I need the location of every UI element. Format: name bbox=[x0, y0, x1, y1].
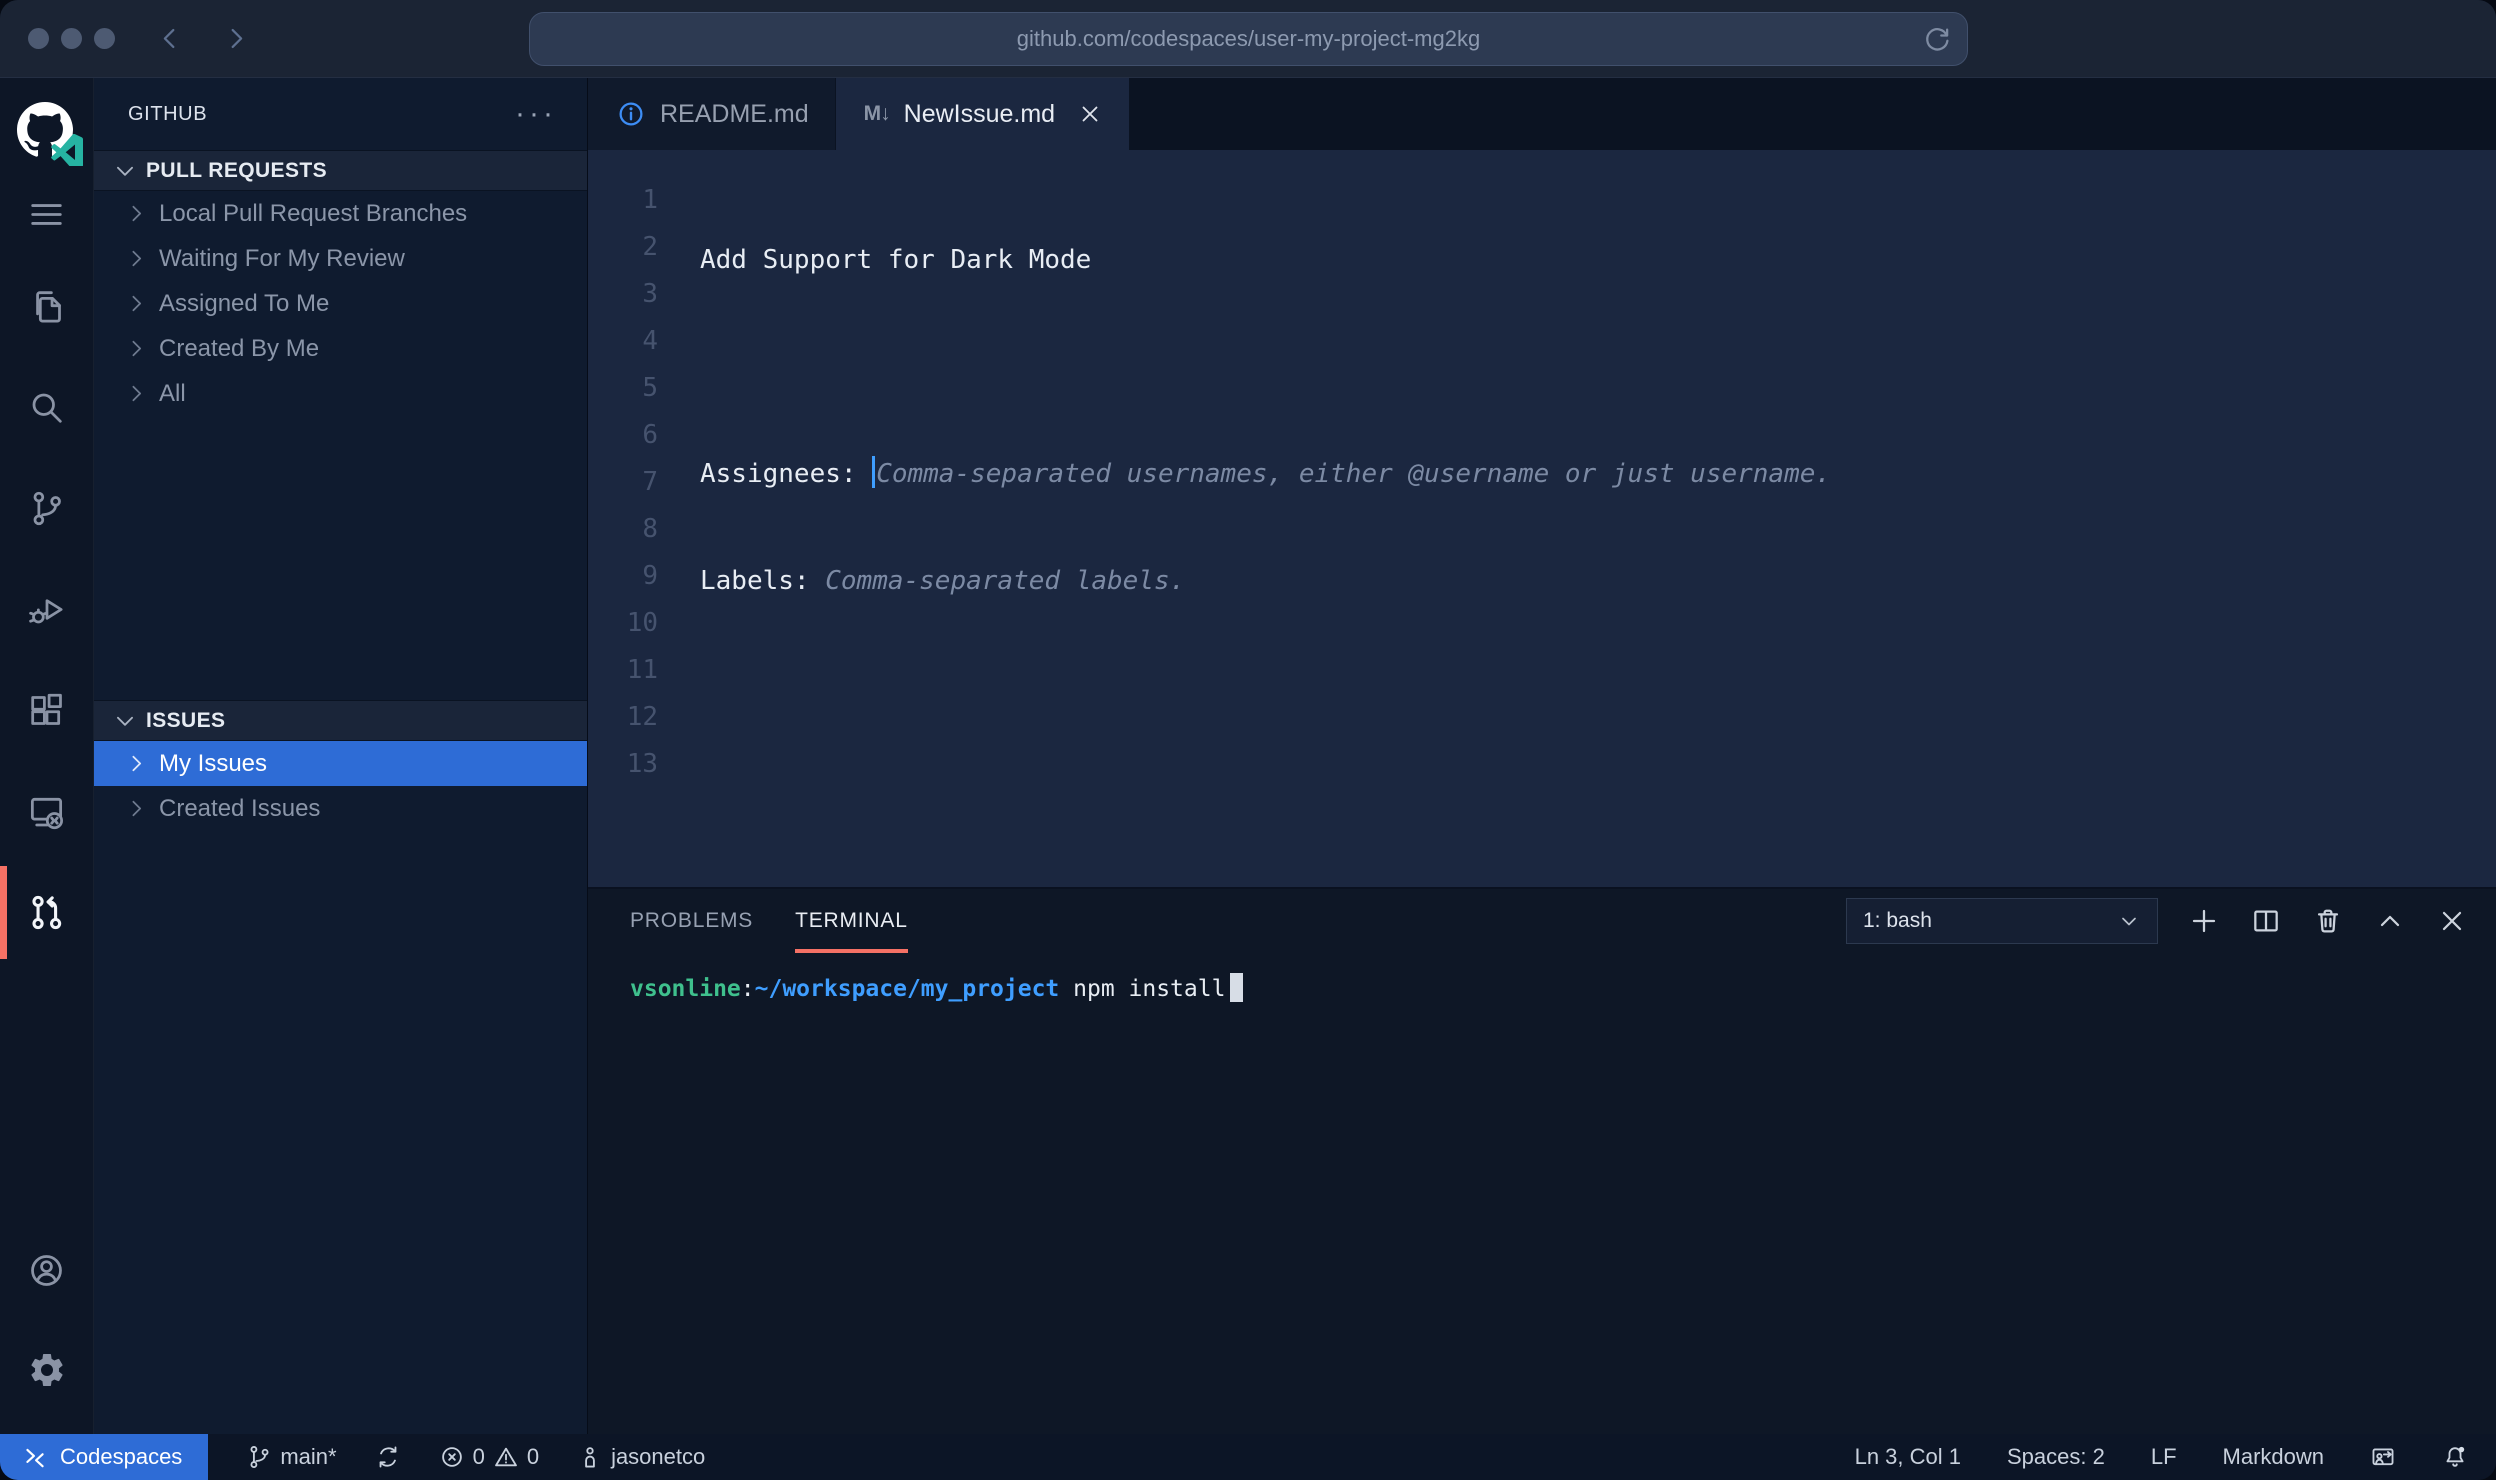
tab-terminal[interactable]: TERMINAL bbox=[795, 889, 908, 953]
section-header-issues[interactable]: ISSUES bbox=[94, 700, 587, 741]
ellipsis-icon[interactable]: ··· bbox=[515, 109, 557, 119]
warning-icon bbox=[493, 1444, 519, 1470]
github-vscode-logo bbox=[17, 102, 77, 162]
terminal-cursor bbox=[1230, 973, 1243, 1002]
url-text: github.com/codespaces/user-my-project-mg… bbox=[1017, 26, 1480, 52]
code-area[interactable]: Add Support for Dark Mode Assignees: Com… bbox=[700, 177, 2187, 887]
notification-dot bbox=[2459, 1447, 2464, 1452]
chevron-right-icon bbox=[124, 201, 149, 226]
kill-terminal-icon[interactable] bbox=[2312, 905, 2344, 937]
editor-gutter: 12 34 56 78 910 1112 13 bbox=[588, 177, 658, 887]
terminal-shell-select[interactable]: 1: bash bbox=[1846, 898, 2158, 944]
problems-indicator[interactable]: 0 0 bbox=[439, 1444, 540, 1470]
github-pull-request-icon[interactable] bbox=[0, 862, 94, 963]
sidebar-item-all[interactable]: All bbox=[94, 371, 587, 416]
chevron-right-icon bbox=[124, 246, 149, 271]
zoom-window-button[interactable] bbox=[94, 28, 115, 49]
chevron-right-icon bbox=[124, 381, 149, 406]
code-line: Add Support for Dark Mode bbox=[700, 237, 2187, 284]
address-bar[interactable]: github.com/codespaces/user-my-project-mg… bbox=[529, 12, 1968, 66]
menu-icon[interactable] bbox=[0, 172, 94, 256]
code-line bbox=[700, 879, 2187, 887]
source-control-icon[interactable] bbox=[0, 458, 94, 559]
code-line: Labels: Comma-separated labels. bbox=[700, 558, 2187, 605]
notifications-button[interactable] bbox=[2442, 1444, 2468, 1470]
status-bar: Codespaces main* 0 0 jasonetco Ln 3, Col… bbox=[0, 1434, 2496, 1480]
back-arrow-icon[interactable] bbox=[157, 25, 184, 52]
user-indicator[interactable]: jasonetco bbox=[577, 1444, 705, 1470]
editor[interactable]: 12 34 56 78 910 1112 13 Add Support for … bbox=[588, 150, 2496, 887]
chevron-right-icon bbox=[124, 291, 149, 316]
section-header-pull-requests[interactable]: PULL REQUESTS bbox=[94, 150, 587, 191]
sidebar-item-created-by-me[interactable]: Created By Me bbox=[94, 326, 587, 371]
tab-problems[interactable]: PROBLEMS bbox=[630, 889, 753, 953]
sidebar-item-my-issues[interactable]: My Issues bbox=[94, 741, 587, 786]
git-branch-icon bbox=[246, 1444, 272, 1470]
chevron-right-icon bbox=[124, 751, 149, 776]
tab-readme[interactable]: README.md bbox=[588, 78, 836, 150]
run-debug-icon[interactable] bbox=[0, 559, 94, 660]
text-cursor bbox=[872, 456, 875, 488]
sidebar-title: GITHUB bbox=[128, 103, 515, 126]
settings-gear-icon[interactable] bbox=[0, 1320, 94, 1420]
extensions-icon[interactable] bbox=[0, 660, 94, 761]
person-icon bbox=[577, 1444, 603, 1470]
activity-bar bbox=[0, 78, 94, 1434]
bottom-panel: PROBLEMS TERMINAL 1: bash bbox=[588, 887, 2496, 1434]
sync-icon bbox=[375, 1444, 401, 1470]
sidebar-header: GITHUB ··· bbox=[94, 78, 587, 150]
remote-explorer-icon[interactable] bbox=[0, 761, 94, 862]
reload-icon[interactable] bbox=[1921, 24, 1953, 56]
minimize-window-button[interactable] bbox=[61, 28, 82, 49]
browser-chrome: github.com/codespaces/user-my-project-mg… bbox=[0, 0, 2496, 78]
search-icon[interactable] bbox=[0, 357, 94, 458]
bell-icon bbox=[2442, 1444, 2468, 1470]
chevron-down-icon bbox=[112, 708, 138, 734]
code-line bbox=[700, 772, 2187, 819]
chevron-down-icon bbox=[2117, 909, 2141, 933]
sidebar-item-assigned-to-me[interactable]: Assigned To Me bbox=[94, 281, 587, 326]
panel-header: PROBLEMS TERMINAL 1: bash bbox=[588, 889, 2496, 953]
eol-indicator[interactable]: LF bbox=[2151, 1444, 2177, 1470]
close-icon[interactable] bbox=[1077, 101, 1103, 127]
chevron-down-icon bbox=[112, 158, 138, 184]
feedback-button[interactable] bbox=[2370, 1444, 2396, 1470]
chevron-right-icon bbox=[124, 796, 149, 821]
chevron-right-icon bbox=[124, 336, 149, 361]
close-window-button[interactable] bbox=[28, 28, 49, 49]
language-indicator[interactable]: Markdown bbox=[2223, 1444, 2324, 1470]
split-terminal-icon[interactable] bbox=[2250, 905, 2282, 937]
tab-newissue[interactable]: M↓ NewIssue.md bbox=[836, 78, 1129, 150]
codespaces-window: github.com/codespaces/user-my-project-mg… bbox=[0, 0, 2496, 1480]
maximize-panel-icon[interactable] bbox=[2374, 905, 2406, 937]
explorer-icon[interactable] bbox=[0, 256, 94, 357]
sync-button[interactable] bbox=[375, 1444, 401, 1470]
code-line: Assignees: Comma-separated usernames, ei… bbox=[700, 451, 2187, 498]
branch-indicator[interactable]: main* bbox=[246, 1444, 336, 1470]
editor-tab-bar: README.md M↓ NewIssue.md bbox=[588, 78, 2496, 150]
markdown-icon: M↓ bbox=[864, 102, 890, 126]
remote-icon bbox=[22, 1444, 48, 1470]
window-controls bbox=[28, 28, 115, 49]
code-line bbox=[700, 665, 2187, 712]
sidebar-item-waiting-for-my-review[interactable]: Waiting For My Review bbox=[94, 236, 587, 281]
close-panel-icon[interactable] bbox=[2436, 905, 2468, 937]
codespaces-remote-button[interactable]: Codespaces bbox=[0, 1434, 208, 1480]
terminal[interactable]: vsonline:~/workspace/my_project npm inst… bbox=[588, 953, 2496, 1002]
feedback-icon bbox=[2370, 1444, 2396, 1470]
error-icon bbox=[439, 1444, 465, 1470]
indentation-indicator[interactable]: Spaces: 2 bbox=[2007, 1444, 2105, 1470]
cursor-position[interactable]: Ln 3, Col 1 bbox=[1855, 1444, 1961, 1470]
sidebar-item-local-pull-request-branches[interactable]: Local Pull Request Branches bbox=[94, 191, 587, 236]
new-terminal-icon[interactable] bbox=[2188, 905, 2220, 937]
github-sidebar: GITHUB ··· PULL REQUESTS Local Pull Requ… bbox=[94, 78, 588, 1434]
account-icon[interactable] bbox=[0, 1220, 94, 1320]
forward-arrow-icon[interactable] bbox=[222, 25, 249, 52]
code-line bbox=[700, 344, 2187, 391]
info-icon bbox=[616, 99, 646, 129]
sidebar-item-created-issues[interactable]: Created Issues bbox=[94, 786, 587, 831]
